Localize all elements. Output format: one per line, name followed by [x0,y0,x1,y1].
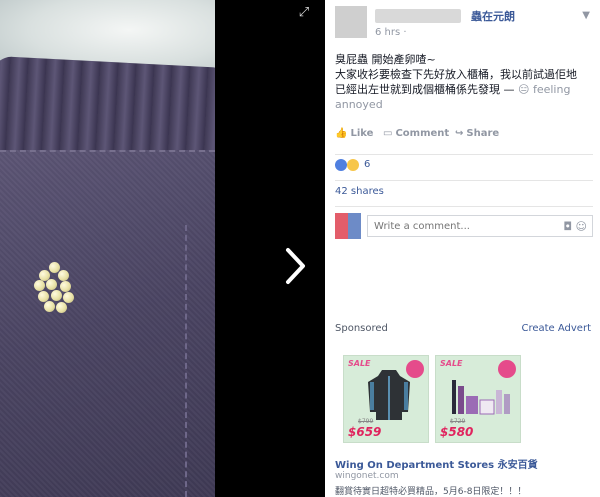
ad-description: 翻賞待實日超特必買精品，5月6-8日限定！！！ [335,487,527,497]
create-advert-link[interactable]: Create Advert [521,323,591,334]
comment-icon: ▭ [383,128,393,139]
post-time[interactable]: 6 hrs · [375,27,407,38]
reaction-count: 6 [364,159,371,170]
feeling-icon: 😑 [518,83,530,96]
share-icon: ↪ [455,128,464,139]
blurred-user-name [375,9,461,23]
avatar[interactable] [335,6,367,38]
wow-reaction-icon [347,159,359,171]
egg-cluster [34,262,76,314]
post-text: 臭屁蟲 開始產卵喳~ 大家收衫要檢查下先好放入櫃桶，我以前試過佢地 已經出左世就… [335,52,593,112]
cosmetics-image [452,380,510,415]
avatar [335,213,361,239]
ad-image-jacket[interactable]: SALE $799 $659 [343,355,429,443]
like-reaction-icon [335,159,347,171]
chevron-down-icon[interactable]: ▼ [582,10,590,21]
jacket-image [368,370,410,420]
post-sidebar: 蟲在元朗 6 hrs · ▼ 臭屁蟲 開始產卵喳~ 大家收衫要檢查下先好放入櫃桶… [325,0,600,497]
thumbs-up-icon: 👍 [335,128,348,139]
feeling-text: annoyed [335,98,383,111]
reactions-bar[interactable]: 6 [335,154,593,176]
post-photo[interactable] [0,0,215,497]
expand-icon[interactable]: ⤢ [297,6,311,20]
shares-link[interactable]: 42 shares [335,180,593,198]
sticker-icon[interactable]: ☺ [576,220,587,233]
comment-row: ◘ ☺ [335,206,593,242]
ad-image-cosmetics[interactable]: SALE $729 $580 [435,355,521,443]
chevron-right-icon[interactable] [283,244,309,288]
sponsored-label: Sponsored [335,323,388,334]
sponsored-header: Sponsored Create Advert [335,323,591,337]
like-button[interactable]: 👍 Like [335,128,373,139]
share-button[interactable]: ↪ Share [455,128,499,139]
ad-title-link[interactable]: Wing On Department Stores 永安百貨 [335,456,538,471]
comment-input[interactable] [367,215,593,237]
camera-icon[interactable]: ◘ [563,220,572,233]
photo-viewer: ⤢ [0,0,325,497]
post-header: 蟲在元朗 6 hrs · ▼ [335,6,590,42]
ad-url: wingonet.com [335,471,399,481]
comment-button[interactable]: ▭ Comment [383,128,449,139]
post-actions: 👍 Like ▭ Comment ↪ Share [335,128,593,144]
page-name-link[interactable]: 蟲在元朗 [471,8,515,24]
